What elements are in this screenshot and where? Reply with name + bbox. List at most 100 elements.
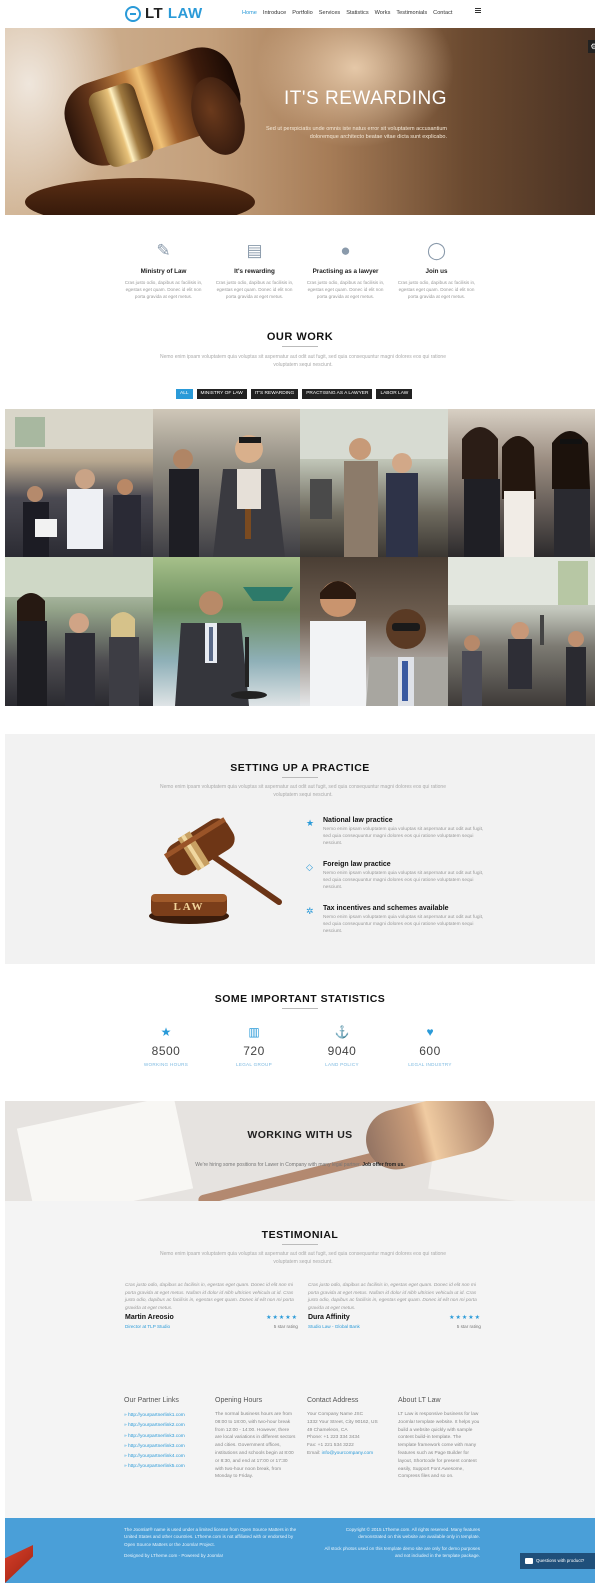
- nav-works[interactable]: Works: [375, 10, 391, 16]
- portfolio-photo[interactable]: [152, 557, 300, 706]
- feature-item: ▤ It's rewarding Cras justo odio, dapibu…: [209, 240, 300, 300]
- our-work-description: Nemo enim ipsam voluptatem quia voluptas…: [159, 354, 446, 368]
- stat-label: LEGAL GROUP: [235, 1062, 273, 1067]
- filter-ministry-of-law[interactable]: MINISTRY OF LAW: [196, 389, 247, 399]
- contact-line: 49 Chameleon, CA: [307, 1427, 348, 1433]
- nav-introduce[interactable]: Introduce: [263, 10, 286, 16]
- contact-line: 1332 Your Street, City 90162, US: [307, 1419, 378, 1425]
- license-text: The Joomla!® name is used under a limite…: [124, 1527, 297, 1547]
- stat-value: 600: [419, 1044, 441, 1058]
- nav-portfolio[interactable]: Portfolio: [292, 10, 313, 16]
- portfolio-photo[interactable]: [5, 557, 153, 706]
- stat-label: LEGAL INDUSTRY: [408, 1062, 452, 1067]
- designed-by-text: Designed by LTheme.com - Powered by Joom…: [124, 1552, 223, 1558]
- diamond-icon: ◇: [306, 862, 313, 872]
- book-icon: ▤: [246, 241, 263, 260]
- filter-labor-law[interactable]: LABOR LAW: [376, 389, 413, 399]
- portfolio-gallery: [5, 409, 595, 706]
- statistics-row: ★ 8500 WORKING HOURS ▥ 720 LEGAL GROUP ⚓…: [122, 1023, 474, 1067]
- menu-icon[interactable]: [475, 8, 481, 13]
- divider: [282, 346, 318, 347]
- contact-line: Your Company Name JSC: [307, 1412, 364, 1417]
- practice-title: SETTING UP A PRACTICE: [230, 762, 370, 774]
- divider: [282, 1244, 318, 1245]
- hero-description: Sed ut perspiciatis unde omnis iste natu…: [266, 126, 447, 140]
- site-logo[interactable]: LT LAW: [125, 5, 203, 22]
- site-header: LT LAW Home Introduce Portfolio Services…: [0, 0, 600, 28]
- feature-text: Cras justo odio, dapibus ac facilisis in…: [124, 280, 203, 299]
- testimonial-section: [5, 1201, 595, 1368]
- practice-description: Nemo enim ipsam voluptatem quia voluptas…: [159, 784, 446, 798]
- logo-lt-text: LT: [145, 5, 164, 22]
- chat-button[interactable]: Questions with product?: [520, 1553, 595, 1569]
- portfolio-photo[interactable]: [447, 409, 595, 557]
- practice-item-title: National law practice: [323, 817, 393, 824]
- feature-title: Practising as a lawyer: [312, 268, 379, 275]
- stat-item: ♥ 600 LEGAL INDUSTRY: [386, 1023, 474, 1067]
- feature-text: Cras justo odio, dapibus ac facilisis in…: [397, 280, 476, 299]
- star-icon: ★: [160, 1025, 172, 1039]
- magic-wand-icon: ✎: [156, 241, 171, 260]
- anchor-icon: ⚓: [334, 1025, 350, 1039]
- partner-link[interactable]: » http://yourpartnerlink2.com: [124, 1421, 206, 1431]
- contact-line: Phone: +1 223 334 3434: [307, 1435, 360, 1441]
- law-plate-label: LAW: [173, 901, 204, 913]
- feature-text: Cras justo odio, dapibus ac facilisis in…: [306, 280, 385, 299]
- stat-value: 9040: [327, 1044, 357, 1058]
- portfolio-photo[interactable]: [447, 557, 595, 706]
- testimonial-quote: Cras justo odio, dapibus ac facilisis in…: [125, 1283, 294, 1311]
- scales-logo-icon: [125, 5, 141, 22]
- feature-title: Ministry of Law: [140, 268, 187, 275]
- partner-link[interactable]: » http://yourpartnerlink3.com: [124, 1432, 206, 1442]
- testimonial-card: Cras justo odio, dapibus ac facilisis in…: [125, 1282, 300, 1329]
- star-icon: ★: [306, 818, 315, 828]
- filter-all[interactable]: ALL: [176, 389, 193, 399]
- nav-contact[interactable]: Contact: [433, 10, 452, 16]
- heart-icon: ♥: [426, 1025, 434, 1039]
- feature-item: ◯ Join us Cras justo odio, dapibus ac fa…: [391, 240, 482, 300]
- portfolio-photo[interactable]: [152, 409, 300, 557]
- testimonial-title: TESTIMONIAL: [261, 1229, 339, 1241]
- filter-practising[interactable]: PRACTISING AS A LAWYER: [302, 389, 373, 399]
- job-offer-link[interactable]: Job offer from us.: [362, 1162, 405, 1168]
- partner-link[interactable]: » http://yourpartnerlink3.com: [124, 1442, 206, 1452]
- nav-services[interactable]: Services: [319, 10, 340, 16]
- chat-icon: ◯: [426, 241, 447, 260]
- opening-hours-column: Opening Hours The normal business hours …: [215, 1397, 297, 1481]
- hero-title: IT'S REWARDING: [284, 88, 447, 109]
- nav-home[interactable]: Home: [242, 10, 257, 16]
- partner-link[interactable]: » http://yourpartnerlink1.com: [124, 1411, 206, 1421]
- portfolio-photo[interactable]: [300, 557, 448, 706]
- nav-statistics[interactable]: Statistics: [346, 10, 368, 16]
- testimonial-quote: Cras justo odio, dapibus ac facilisis in…: [308, 1283, 477, 1311]
- portfolio-filters: ALL MINISTRY OF LAW IT'S REWARDING PRACT…: [176, 389, 413, 399]
- partner-link[interactable]: » http://yourpartnerlink5.com: [124, 1462, 206, 1472]
- bank-icon: ▥: [248, 1025, 260, 1039]
- partner-links-column: Our Partner Links » http://yourpartnerli…: [124, 1397, 206, 1473]
- our-work-title: OUR WORK: [266, 331, 334, 343]
- footer-heading: Opening Hours: [215, 1397, 263, 1404]
- email-link[interactable]: info@yourcompany.com: [322, 1451, 373, 1456]
- portfolio-photo[interactable]: [5, 409, 153, 557]
- features-row: ✎ Ministry of Law Cras justo odio, dapib…: [118, 240, 483, 300]
- stat-item: ★ 8500 WORKING HOURS: [122, 1023, 210, 1067]
- practice-item-title: Foreign law practice: [323, 861, 391, 868]
- filter-its-rewarding[interactable]: IT'S REWARDING: [250, 389, 299, 399]
- practice-item: ★ National law practice Nemo enim ipsam …: [306, 817, 486, 847]
- divider: [282, 777, 318, 778]
- portfolio-photo[interactable]: [300, 409, 448, 557]
- stat-label: WORKING HOURS: [143, 1062, 189, 1067]
- star-rating-icon: ★★★★★: [449, 1315, 481, 1321]
- stat-item: ⚓ 9040 LAND POLICY: [298, 1023, 386, 1067]
- working-with-us-banner: [5, 1101, 595, 1201]
- feature-title: It's rewarding: [234, 268, 275, 275]
- nav-testimonials[interactable]: Testimonials: [396, 10, 427, 16]
- feature-text: Cras justo odio, dapibus ac facilisis in…: [215, 280, 294, 299]
- practice-item-text: Nemo enim ipsam voluptatem quia voluptas…: [323, 915, 484, 934]
- contact-column: Contact Address Your Company Name JSC 13…: [307, 1397, 389, 1458]
- testimonial-description: Nemo enim ipsam voluptatem quia voluptas…: [159, 1251, 446, 1265]
- feature-item: ✎ Ministry of Law Cras justo odio, dapib…: [118, 240, 209, 300]
- partner-link[interactable]: » http://yourpartnerlink4.com: [124, 1452, 206, 1462]
- stock-photos-text: All stock photos used on this template d…: [324, 1545, 480, 1558]
- gear-icon[interactable]: ⚙: [588, 40, 595, 53]
